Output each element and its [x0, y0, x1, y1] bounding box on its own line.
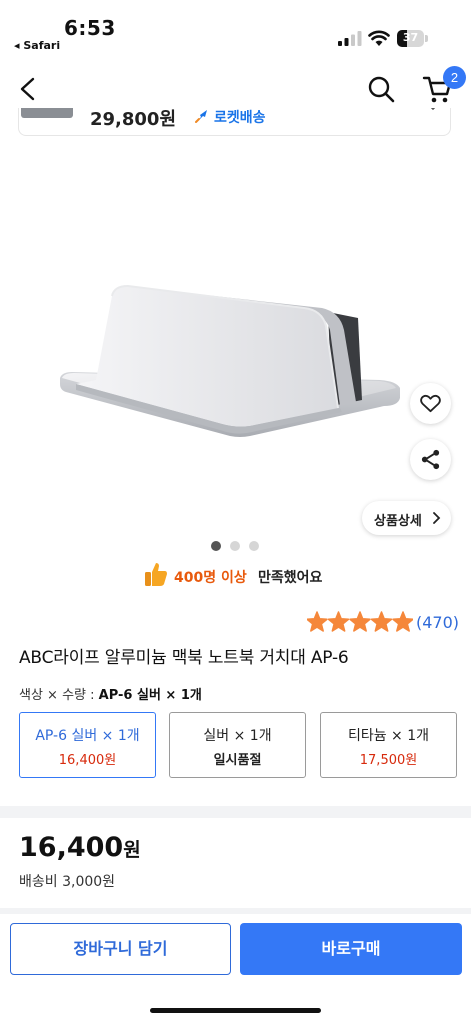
add-to-cart-button[interactable]: 장바구니 담기	[10, 923, 231, 975]
star-icon	[307, 611, 328, 632]
selected-option-value: AP-6 실버 × 1개	[98, 688, 202, 703]
option-titanium[interactable]: 티타늄 × 1개 17,500원	[320, 712, 457, 778]
option-price: 17,500원	[359, 753, 418, 768]
option-status: 일시품절	[213, 753, 262, 768]
option-silver[interactable]: 실버 × 1개 일시품절	[169, 712, 306, 778]
rocket-delivery-label: 로켓배송	[214, 110, 266, 126]
star-icon	[392, 611, 413, 632]
option-name: AP-6 실버 × 1개	[35, 728, 140, 744]
chevron-left-icon[interactable]	[14, 74, 44, 104]
option-name: 실버 × 1개	[203, 728, 272, 744]
rocket-icon	[195, 110, 207, 123]
share-icon	[421, 449, 440, 470]
share-button[interactable]	[410, 439, 451, 480]
other-seller-price: 29,800원	[90, 109, 177, 130]
final-price: 16,400원	[19, 832, 141, 863]
cart-count-badge: 2	[443, 66, 466, 89]
star-icon	[327, 611, 350, 632]
product-detail-button[interactable]: 상품상세	[362, 501, 451, 535]
home-indicator	[150, 1008, 321, 1013]
cellular-signal-icon	[338, 31, 362, 46]
thumbs-up-icon	[145, 563, 167, 586]
option-price: 16,400원	[58, 753, 117, 768]
product-title: ABC라이프 알루미늄 맥북 노트북 거치대 AP-6	[19, 648, 349, 668]
satisfaction-count: 400명 이상	[174, 570, 247, 586]
product-image[interactable]	[40, 260, 420, 460]
option-label: 색상 × 수량 : AP-6 실버 × 1개	[19, 688, 202, 703]
battery-icon: 37	[397, 30, 429, 47]
star-icon	[370, 611, 393, 632]
carousel-indicator	[211, 541, 261, 551]
status-bar: 6:53 ◂ Safari 37	[0, 0, 471, 62]
wifi-icon	[368, 30, 390, 46]
option-name: 티타늄 × 1개	[347, 728, 430, 744]
other-seller-thumbnail	[21, 108, 73, 118]
chevron-right-icon	[433, 512, 441, 524]
battery-percent: 37	[402, 31, 419, 44]
search-icon[interactable]	[366, 74, 396, 104]
option-ap6-silver[interactable]: AP-6 실버 × 1개 16,400원	[19, 712, 156, 778]
carousel-dot[interactable]	[230, 541, 240, 551]
product-detail-label: 상품상세	[374, 514, 422, 529]
carousel-dot[interactable]	[211, 541, 221, 551]
satisfaction-text: 만족했어요	[258, 570, 323, 586]
wishlist-button[interactable]	[410, 383, 451, 424]
shipping-fee: 배송비 3,000원	[19, 874, 116, 890]
chevron-down-icon	[430, 108, 436, 111]
section-divider	[0, 806, 471, 818]
heart-icon	[420, 394, 441, 413]
buy-now-button[interactable]: 바로구매	[240, 923, 462, 975]
other-seller-card[interactable]: 29,800원 로켓배송	[18, 108, 451, 136]
carousel-dot[interactable]	[249, 541, 259, 551]
back-to-safari-link[interactable]: ◂ Safari	[14, 39, 60, 52]
star-rating	[307, 611, 413, 632]
review-count[interactable]: (470)	[416, 613, 459, 632]
status-time: 6:53	[64, 16, 116, 40]
star-icon	[349, 611, 371, 632]
